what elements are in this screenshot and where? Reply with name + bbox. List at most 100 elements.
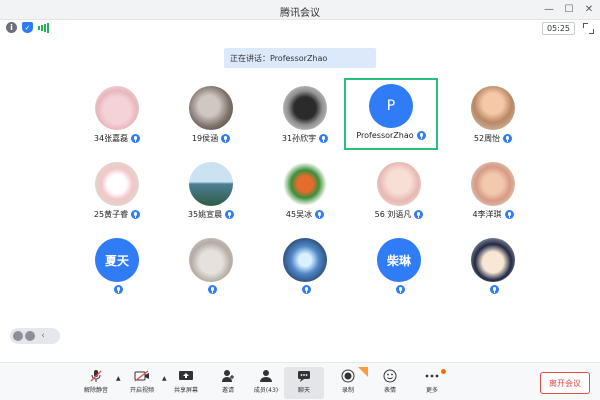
close-icon[interactable]: ✕ <box>582 3 596 17</box>
video-button[interactable]: 开启视频 <box>122 367 162 399</box>
mic-icon <box>414 210 424 219</box>
window-title: 腾讯会议 <box>280 8 320 19</box>
participant-tile[interactable]: 柴琳 <box>352 234 446 312</box>
chat-button[interactable]: 聊天 <box>284 367 324 399</box>
avatar <box>471 162 515 206</box>
participant-name: 31孙欣宇 <box>281 134 317 143</box>
mute-label: 解除静音 <box>83 387 108 394</box>
mic-icon <box>490 285 499 294</box>
reactions-label: 表情 <box>383 387 396 394</box>
avatar <box>189 86 233 130</box>
avatar <box>471 86 515 130</box>
mic-icon <box>396 285 405 294</box>
mic-icon <box>319 134 329 143</box>
floating-tools: ‹ <box>10 328 60 344</box>
avatar <box>189 162 233 206</box>
mic-icon <box>504 210 514 219</box>
new-tag-icon <box>358 367 368 377</box>
participant-tile[interactable]: 25黄子睿 <box>70 158 164 236</box>
mute-button[interactable]: 解除静音 <box>76 367 116 399</box>
reactions-button[interactable]: 表情 <box>370 367 410 399</box>
avatar <box>283 238 327 282</box>
meeting-timer: 05:25 <box>541 22 575 35</box>
add-user-icon <box>220 369 236 383</box>
participant-tile[interactable] <box>164 234 258 312</box>
more-button[interactable]: 更多 <box>412 367 452 399</box>
chat-bubble-icon[interactable] <box>25 331 35 341</box>
invite-label: 邀请 <box>221 387 234 394</box>
speaking-text: 正在讲话：ProfessorZhao <box>230 53 328 63</box>
participant-name: 4李洋琪 <box>472 210 502 219</box>
mic-icon <box>221 134 231 143</box>
members-icon <box>258 369 274 383</box>
participant-name: 56 刘语凡 <box>374 210 412 219</box>
avatar <box>189 238 233 282</box>
avatar: 柴琳 <box>377 238 421 282</box>
record-label: 录制 <box>341 387 354 394</box>
avatar <box>95 86 139 130</box>
video-off-icon <box>134 369 150 383</box>
mic-icon <box>416 131 426 140</box>
speaking-banner: 正在讲话：ProfessorZhao <box>224 48 376 68</box>
mic-icon <box>114 285 123 294</box>
participant-name: ProfessorZhao <box>356 131 414 140</box>
collapse-icon[interactable]: ‹ <box>37 330 49 342</box>
mic-icon <box>302 285 311 294</box>
participant-name: 35姚宣晨 <box>187 210 223 219</box>
more-label: 更多 <box>425 387 438 394</box>
members-button[interactable]: 成员(43) <box>246 367 286 399</box>
status-icons: i ✓ <box>6 22 49 33</box>
maximize-icon[interactable]: ☐ <box>562 3 576 17</box>
participant-name: 52周怡 <box>473 134 501 143</box>
participant-tile[interactable]: 34张嘉磊 <box>70 82 164 160</box>
members-label: 成员(43) <box>253 387 279 394</box>
meeting-toolbar: 解除静音 ▲ 开启视频 ▲ 共享屏幕 邀请 成员(43) 聊天 录制 表情 更多… <box>0 362 600 400</box>
chat-label: 聊天 <box>297 387 310 394</box>
invite-button[interactable]: 邀请 <box>208 367 248 399</box>
participant-tile-active[interactable]: P ProfessorZhao <box>344 78 438 150</box>
leave-meeting-button[interactable]: 离开会议 <box>540 372 590 394</box>
participant-tile[interactable]: 56 刘语凡 <box>352 158 446 236</box>
avatar <box>283 86 327 130</box>
mic-icon <box>208 285 217 294</box>
participant-tile[interactable]: 45吴冰 <box>258 158 352 236</box>
title-bar: 腾讯会议 — ☐ ✕ <box>0 0 600 20</box>
participant-name: 45吴冰 <box>285 210 313 219</box>
fullscreen-icon[interactable] <box>583 23 594 34</box>
avatar <box>471 238 515 282</box>
minimize-icon[interactable]: — <box>542 3 556 17</box>
mute-options-caret[interactable]: ▲ <box>116 375 121 382</box>
mic-off-icon <box>88 369 104 383</box>
participant-tile[interactable]: 52周怡 <box>446 82 540 160</box>
avatar: P <box>369 84 413 128</box>
participant-tile[interactable]: 4李洋琪 <box>446 158 540 236</box>
share-screen-button[interactable]: 共享屏幕 <box>166 367 206 399</box>
participant-name: 34张嘉磊 <box>93 134 129 143</box>
signal-icon[interactable] <box>38 22 49 33</box>
record-icon <box>340 369 356 383</box>
mic-icon <box>225 210 235 219</box>
more-icon <box>424 369 440 383</box>
participant-tile[interactable] <box>446 234 540 312</box>
info-icon[interactable]: i <box>6 22 17 33</box>
participant-tile[interactable]: 31孙欣宇 <box>258 82 352 160</box>
shield-icon[interactable]: ✓ <box>22 22 33 33</box>
participant-name: 25黄子睿 <box>93 210 129 219</box>
window-controls: — ☐ ✕ <box>542 3 596 17</box>
record-button[interactable]: 录制 <box>328 367 368 399</box>
participant-grid: 34张嘉磊 19侯涵 31孙欣宇 P ProfessorZhao 52周怡 25… <box>70 78 540 298</box>
participant-tile[interactable]: 19侯涵 <box>164 82 258 160</box>
share-label: 共享屏幕 <box>173 387 198 394</box>
participant-tile[interactable] <box>258 234 352 312</box>
video-label: 开启视频 <box>129 387 154 394</box>
mic-icon <box>315 210 325 219</box>
mic-icon <box>131 134 141 143</box>
smile-icon <box>382 369 398 383</box>
avatar <box>95 162 139 206</box>
top-right-controls: 05:25 <box>541 22 594 35</box>
mic-icon <box>131 210 141 219</box>
participant-tile[interactable]: 35姚宣晨 <box>164 158 258 236</box>
mic-icon <box>503 134 513 143</box>
participant-tile[interactable]: 夏天 <box>70 234 164 312</box>
emoji-icon[interactable] <box>13 331 23 341</box>
